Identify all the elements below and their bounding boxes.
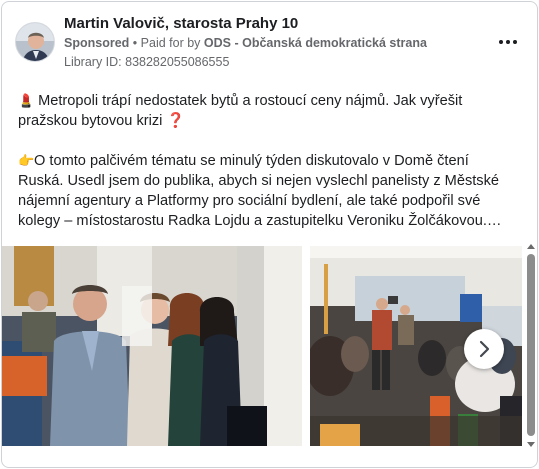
vertical-scrollbar[interactable] <box>525 244 537 450</box>
author-avatar[interactable] <box>15 22 55 62</box>
post-paragraph-1: 💄 Metropoli trápí nedostatek bytů a rost… <box>18 91 518 131</box>
lipstick-emoji-icon: 💄 <box>18 93 35 108</box>
scrollbar-thumb[interactable] <box>527 254 535 436</box>
question-mark-emoji-icon: ❓ <box>166 113 185 129</box>
carousel-next-button[interactable] <box>464 329 504 369</box>
post-text: 💄 Metropoli trápí nedostatek bytů a rost… <box>18 91 518 231</box>
chevron-right-icon <box>479 340 490 358</box>
ad-post-card: Martin Valovič, starosta Prahy 10 Sponso… <box>1 1 538 468</box>
advertiser-name[interactable]: ODS - Občanská demokratická strana <box>204 36 427 50</box>
library-id: Library ID: 838282055086555 <box>64 55 230 69</box>
author-name[interactable]: Martin Valovič, starosta Prahy 10 <box>64 15 298 32</box>
image-carousel <box>2 246 537 448</box>
paid-for-by-label: Paid for by <box>140 36 201 50</box>
paragraph-2-text: O tomto palčivém tématu se minulý týden … <box>18 153 502 229</box>
sponsored-line: Sponsored • Paid for by ODS - Občanská d… <box>64 36 427 50</box>
more-options-button[interactable] <box>496 32 520 52</box>
scroll-up-arrow-icon[interactable] <box>527 244 535 249</box>
more-horizontal-icon-dot <box>506 40 510 44</box>
paragraph-1-text: Metropoli trápí nedostatek bytů a rostou… <box>18 93 463 129</box>
more-horizontal-icon <box>499 40 503 44</box>
sponsored-label[interactable]: Sponsored <box>64 36 129 50</box>
scroll-down-arrow-icon[interactable] <box>527 442 535 447</box>
pointing-hand-emoji-icon: 👉 <box>18 153 35 168</box>
separator-dot: • <box>132 36 138 50</box>
more-horizontal-icon-dot <box>513 40 517 44</box>
carousel-image-1[interactable] <box>2 246 302 446</box>
post-paragraph-2: 👉O tomto palčivém tématu se minulý týden… <box>18 151 518 231</box>
